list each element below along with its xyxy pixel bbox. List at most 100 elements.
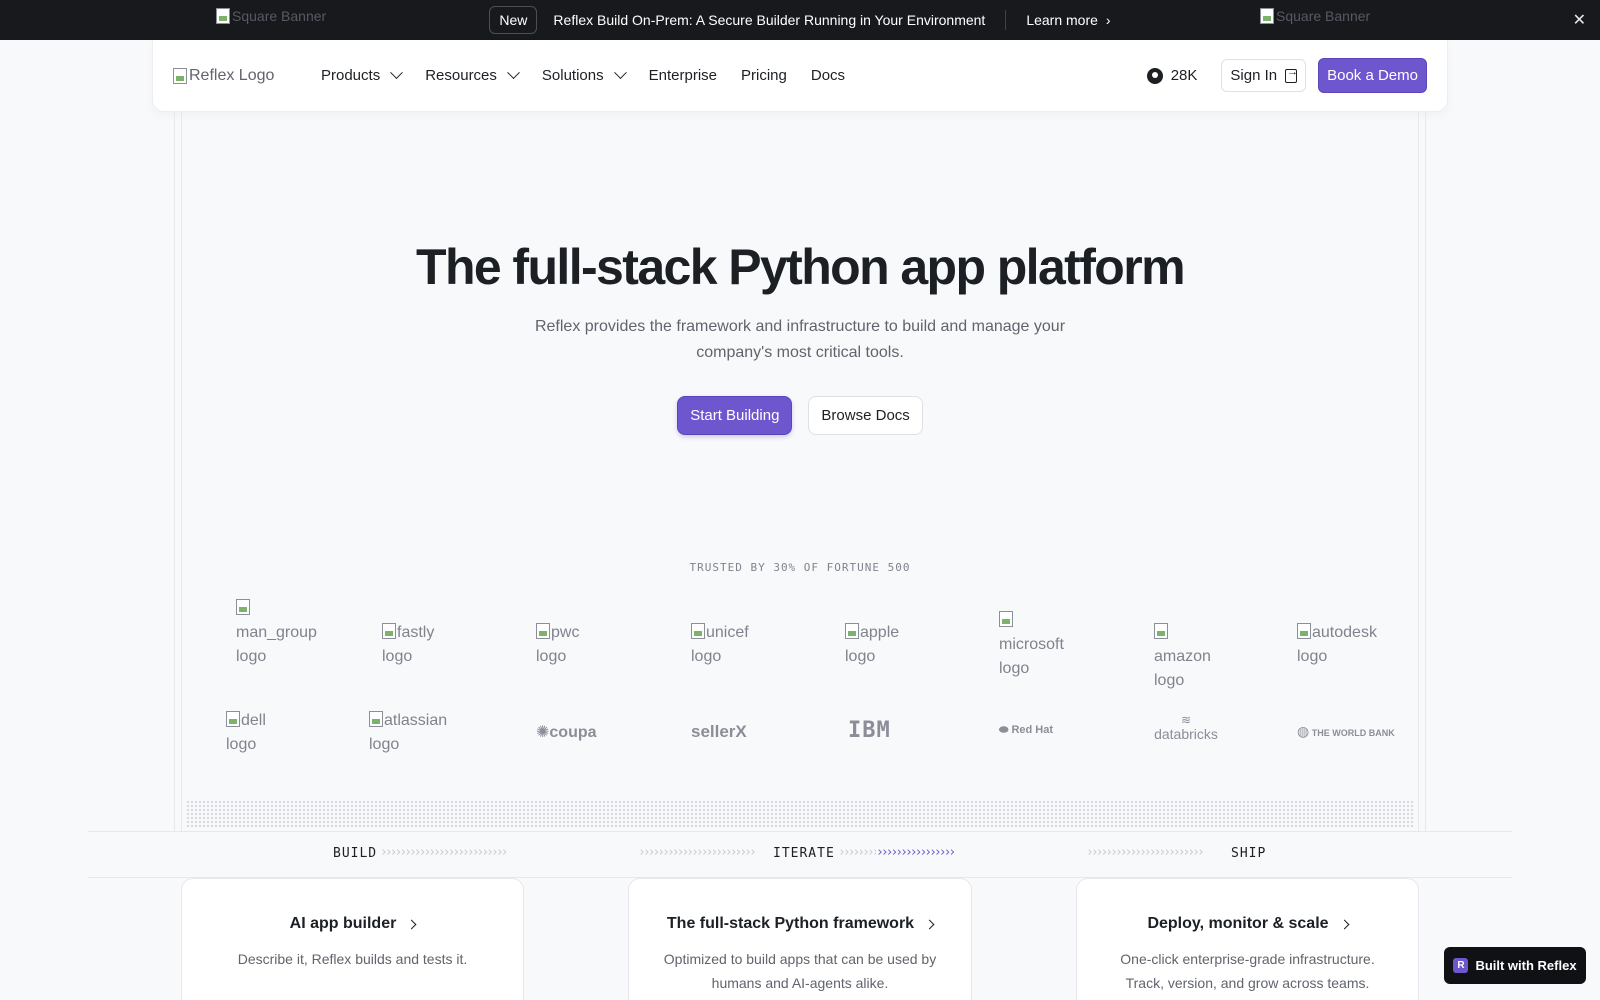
card-description: Optimized to build apps that can be used… [663,951,937,991]
chevron-right-icon [406,919,417,929]
nav-enterprise[interactable]: Enterprise [649,67,717,84]
customer-logo: microsoft logo [999,609,1064,681]
customer-logo: dell logo [226,709,286,757]
browse-docs-button[interactable]: Browse Docs [808,396,923,435]
customer-logo: atlassian logo [369,709,461,757]
top-navbar: Reflex Logo Products Resources Solutions… [152,40,1448,112]
nav-docs[interactable]: Docs [811,67,845,84]
broken-image-icon [1260,8,1274,24]
broken-image-icon [999,611,1013,627]
broken-image-icon [369,711,383,727]
hero-title: The full-stack Python app platform [416,239,1185,295]
nav-label: Products [321,67,381,84]
stage-iterate: ITERATE [773,846,835,861]
progress-arrows-active: ›››››››››››››››› [876,845,956,859]
worldbank-logo: ◍ THE WORLD BANK [1297,723,1395,740]
card-deploy[interactable]: Deploy, monitor & scale One-click enterp… [1076,878,1419,1000]
coupa-mark-icon: ✺ [536,724,550,741]
new-badge: New [489,6,538,34]
sign-in-button[interactable]: Sign In [1221,59,1307,92]
logo-alt-text: Reflex Logo [189,66,275,84]
card-ai-app-builder[interactable]: AI app builder Describe it, Reflex build… [181,878,524,1000]
broken-image-icon [1297,623,1311,639]
built-with-label: Built with Reflex [1475,958,1577,973]
banner-alt-text: Square Banner [1276,8,1371,24]
progress-arrows: ›››››››› [838,845,876,859]
logo-alt-text: amazon logo [1154,648,1211,689]
broken-image-icon [691,623,705,639]
broken-image-icon [845,623,859,639]
book-demo-button[interactable]: Book a Demo [1318,58,1427,93]
card-description: One-click enterprise-grade infrastructur… [1120,951,1375,991]
learn-more-link[interactable]: Learn more › [1026,12,1110,28]
frame-line [1418,112,1419,832]
github-icon [1146,67,1163,84]
card-title: Deploy, monitor & scale [1077,915,1418,933]
github-stars-link[interactable]: 28K [1146,67,1198,84]
dot-pattern-band [186,800,1414,828]
close-icon[interactable]: ✕ [1573,10,1586,30]
card-title-text: Deploy, monitor & scale [1147,915,1329,932]
nav-pricing[interactable]: Pricing [741,67,787,84]
customer-logo: autodesk logo [1297,621,1387,669]
logo-alt-text: microsoft logo [999,636,1064,677]
customer-logo: pwc logo [536,621,592,669]
nav-solutions[interactable]: Solutions [541,66,627,84]
built-with-reflex-badge[interactable]: R Built with Reflex [1444,947,1586,984]
brand-name: Red Hat [1011,724,1054,736]
sign-in-label: Sign In [1230,67,1278,84]
logo-alt-text: man_group logo [236,624,317,665]
brand-name: databricks [1154,726,1218,742]
stage-build: BUILD [333,846,378,861]
sign-in-icon [1285,66,1298,83]
databricks-logo: ≋ databricks [1153,714,1219,742]
stage-ship: SHIP [1231,846,1267,861]
card-description: Describe it, Reflex builds and tests it. [237,951,468,967]
customer-logo: amazon logo [1154,621,1214,693]
customer-logo: unicef logo [691,621,761,669]
progress-arrows: ›››››››››››››››››››››››› [638,845,757,859]
card-title: AI app builder [182,915,523,933]
announcement-message[interactable]: Reflex Build On-Prem: A Secure Builder R… [553,12,985,28]
globe-icon: ◍ [1297,723,1310,739]
broken-image-icon [173,67,187,84]
broken-image-icon [536,623,550,639]
chevron-right-icon [1339,919,1349,929]
brand-name: THE WORLD BANK [1311,728,1395,738]
customer-logo: fastly logo [382,621,448,669]
hero-buttons: Start Building Browse Docs [0,396,1600,435]
card-python-framework[interactable]: The full-stack Python framework Optimize… [628,878,972,1000]
redhat-logo: ⬬ Red Hat [999,724,1053,737]
start-building-button[interactable]: Start Building [677,396,793,435]
card-title-text: AI app builder [289,915,397,932]
trusted-heading: TRUSTED BY 30% OF FORTUNE 500 [689,561,911,574]
learn-more-label: Learn more [1026,12,1098,28]
nav-resources[interactable]: Resources [425,66,520,84]
chevron-down-icon [507,66,520,80]
brand-name: coupa [549,724,597,741]
customer-logo: apple logo [845,621,911,669]
broken-image-icon [1154,623,1168,639]
customer-logo: man_group logo [236,597,317,669]
nav-products[interactable]: Products [321,66,404,84]
databricks-stack-icon: ≋ [1180,713,1192,727]
frame-line [174,112,175,832]
redhat-hat-icon: ⬬ [999,724,1009,736]
sellerx-logo: sellerX [691,722,747,741]
nav-label: Resources [425,67,497,84]
progress-arrows: ›››››››››››››››››››››››››› [380,845,509,859]
nav-actions: 28K Sign In Book a Demo [1146,58,1427,93]
broken-image-icon [236,599,250,615]
square-banner-image: Square Banner [1260,8,1370,24]
chevron-right-icon: › [1105,12,1111,28]
square-banner-image: Square Banner [216,8,326,24]
reflex-logo[interactable]: Reflex Logo [173,67,307,85]
section-divider [88,831,1512,832]
progress-arrows: ›››››››››››››››››››››››› [1086,845,1205,859]
broken-image-icon [382,623,396,639]
chevron-down-icon [613,66,627,80]
chevron-down-icon [390,66,404,80]
nav-label: Solutions [541,67,604,84]
hero-subtitle: Reflex provides the framework and infras… [534,318,1066,361]
github-star-count: 28K [1170,67,1198,84]
